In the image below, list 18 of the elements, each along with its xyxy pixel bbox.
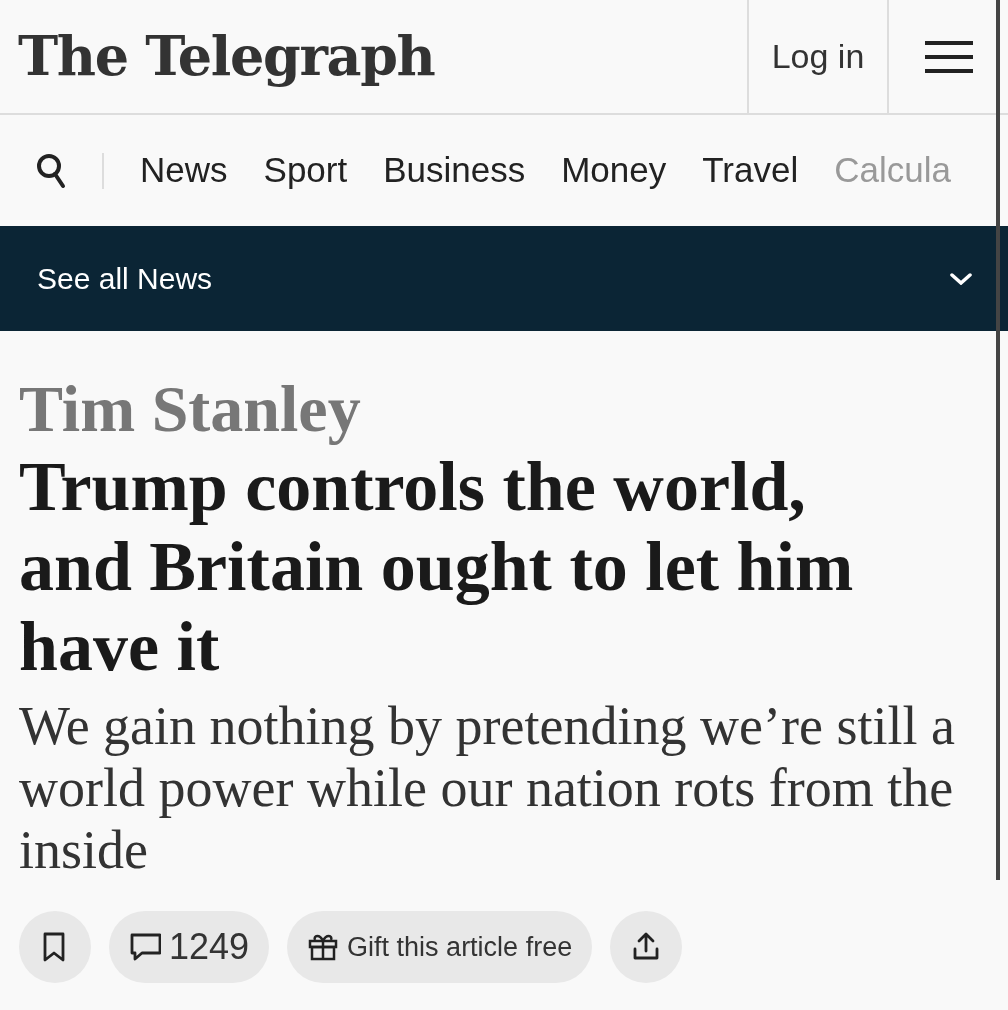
gift-article-button[interactable]: Gift this article free — [287, 911, 593, 983]
menu-icon — [924, 39, 973, 74]
nav-link[interactable]: Sport — [263, 144, 348, 197]
search-icon[interactable] — [36, 152, 66, 189]
login-button[interactable]: Log in — [747, 0, 887, 113]
speech-bubble-icon — [129, 931, 161, 963]
author-name[interactable]: Tim Stanley — [19, 371, 989, 447]
standfirst: We gain nothing by pretending we’re still a world power while our nation rots from the inside — [19, 695, 956, 881]
chevron-down-icon — [950, 272, 972, 285]
section-bar[interactable]: See all News — [0, 226, 1008, 331]
site-logo[interactable]: The Telegraph — [18, 16, 435, 97]
nav-link[interactable]: Travel — [702, 144, 799, 197]
nav-link[interactable]: Business — [383, 144, 526, 197]
comments-button[interactable]: 1249 — [109, 911, 270, 983]
nav-link[interactable]: News — [140, 144, 228, 197]
section-label: See all News — [37, 261, 213, 297]
headline: Trump controls the world, and Britain ought to let him have it — [19, 447, 855, 687]
nav-link[interactable]: Money — [561, 144, 667, 197]
